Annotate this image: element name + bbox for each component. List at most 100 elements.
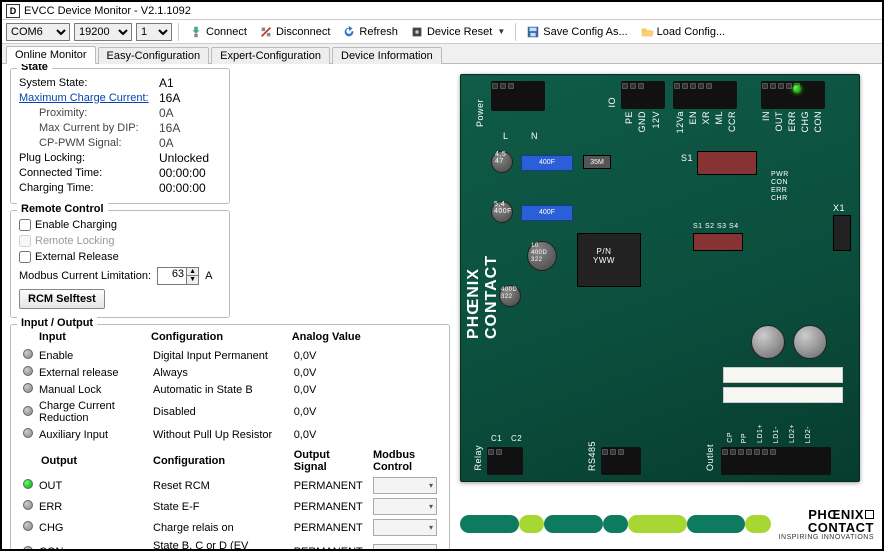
cap-400f: 400F: [521, 155, 573, 171]
pcb-label-ld2p: LD2+: [789, 424, 796, 443]
tab-online-monitor[interactable]: Online Monitor: [6, 46, 96, 64]
pcb-image: Power L N IO PE GND 12V 12Va EN XR ML CC…: [460, 74, 860, 482]
pcb-label-ml: ML: [714, 111, 724, 125]
pcb-label-xr: XR: [701, 111, 711, 125]
io-terminal-1: [621, 81, 665, 109]
io-header-signal: Output Signal: [290, 443, 369, 475]
cap-400f-2: 400F: [521, 205, 573, 221]
pcb-label-con: CON: [813, 111, 823, 133]
connect-button[interactable]: Connect: [185, 22, 251, 42]
max-charge-value: 16A: [159, 91, 180, 105]
cp-pwm-value: 0A: [159, 136, 174, 150]
io-input-row: External releaseAlways0,0V: [19, 364, 441, 381]
proximity-label: Proximity:: [39, 107, 159, 119]
load-config-button[interactable]: Load Config...: [636, 22, 730, 42]
io-header-input: Input: [37, 329, 149, 347]
io-output-row: CONState B, C or D (EV connected)PERMANE…: [19, 538, 441, 549]
state-legend: State: [17, 64, 52, 73]
open-icon: [640, 25, 654, 39]
pcb-label-chrl: CHR: [771, 195, 788, 202]
cp-pwm-label: CP-PWM Signal:: [39, 137, 159, 149]
pcb-label-relay: Relay: [473, 445, 483, 471]
led-icon: [23, 428, 33, 438]
modbus-control-select[interactable]: ▾: [373, 544, 437, 550]
app-icon: D: [6, 4, 20, 18]
rcm-selftest-button[interactable]: RCM Selftest: [19, 289, 105, 309]
plug-connect-icon: [189, 25, 203, 39]
io-terminal-2: [673, 81, 737, 109]
modbus-control-select[interactable]: ▾: [373, 498, 437, 515]
io-input-row: Auxiliary InputWithout Pull Up Resistor0…: [19, 426, 441, 443]
disconnect-button[interactable]: Disconnect: [255, 22, 334, 42]
dip-switch: [697, 151, 757, 175]
pcb-label-chg: CHG: [800, 111, 810, 133]
pcb-label-io: IO: [607, 97, 617, 108]
toolbar: COM6 19200 1 Connect Disconnect Refresh …: [2, 20, 882, 44]
refresh-button[interactable]: Refresh: [338, 22, 402, 42]
tab-expert-configuration[interactable]: Expert-Configuration: [211, 47, 330, 64]
pcb-label-c1: C1: [491, 434, 502, 443]
spinner-down-icon[interactable]: ▼: [186, 276, 198, 284]
external-release-checkbox[interactable]: [19, 251, 31, 263]
led-icon: [23, 406, 33, 416]
big-cap-1: [751, 325, 785, 359]
device-id-select[interactable]: 1: [136, 23, 172, 41]
plug-lock-label: Plug Locking:: [19, 152, 159, 164]
io-output-row: CHGCharge relais onPERMANENT▾: [19, 517, 441, 538]
refresh-icon: [342, 25, 356, 39]
remote-control-group: Remote Control Enable Charging Remote Lo…: [10, 210, 230, 318]
brand-stripe: [460, 515, 771, 533]
modbus-control-select[interactable]: ▾: [373, 477, 437, 494]
relay-block-1: [723, 367, 843, 383]
dip-labels: S1 S2 S3 S4: [693, 223, 739, 230]
footer: PHŒNIX CONTACT INSPIRING INNOVATIONS: [460, 505, 874, 543]
pcb-label-ld1m: LD1-: [773, 426, 780, 443]
remote-locking-check: Remote Locking: [19, 233, 221, 249]
io-terminal-3: [761, 81, 825, 109]
io-legend: Input / Output: [17, 317, 97, 329]
com-port-select[interactable]: COM6: [6, 23, 70, 41]
save-config-button[interactable]: Save Config As...: [522, 22, 631, 42]
chevron-down-icon: ▾: [429, 481, 433, 490]
baud-select[interactable]: 19200: [74, 23, 132, 41]
cap-54-400f: 5,4 400F: [494, 201, 512, 215]
io-output-row: ERRState E-FPERMANENT▾: [19, 496, 441, 517]
tab-device-information[interactable]: Device Information: [332, 47, 442, 64]
pcb-label-out: OUT: [774, 111, 784, 132]
io-group: Input / Output Input Configuration Analo…: [10, 324, 450, 549]
external-release-check[interactable]: External Release: [19, 249, 221, 265]
led-icon: [23, 366, 33, 376]
outlet-terminal: [721, 447, 831, 475]
pcb-label-err: ERR: [787, 111, 797, 132]
led-icon: [23, 521, 33, 531]
connected-value: 00:00:00: [159, 166, 206, 180]
enable-charging-checkbox[interactable]: [19, 219, 31, 231]
io-input-row: Charge Current ReductionDisabled0,0V: [19, 398, 441, 426]
power-terminal: [491, 81, 545, 111]
tab-easy-configuration[interactable]: Easy-Configuration: [98, 47, 210, 64]
led-icon: [23, 500, 33, 510]
pcb-label-ld2m: LD2-: [805, 426, 812, 443]
io-header-analog: Analog Value: [290, 329, 369, 347]
pcb-label-12v: 12V: [651, 111, 661, 129]
pcb-label-ccr: CCR: [727, 111, 737, 132]
spinner-up-icon[interactable]: ▲: [186, 268, 198, 276]
enable-charging-check[interactable]: Enable Charging: [19, 217, 221, 233]
pcb-label-pe: PE: [624, 111, 634, 124]
plug-lock-value: Unlocked: [159, 151, 209, 165]
chevron-down-icon: ▼: [497, 27, 505, 36]
x1-header: [833, 215, 851, 251]
led-icon: [23, 546, 33, 550]
chevron-down-icon: ▾: [429, 523, 433, 532]
device-reset-button[interactable]: Device Reset ▼: [406, 22, 509, 42]
modbus-limit-spinner[interactable]: 63 ▲ ▼: [157, 267, 199, 285]
remote-locking-checkbox: [19, 235, 31, 247]
pcb-brand-text: PHŒNIX CONTACT: [465, 255, 501, 339]
brand-logo: PHŒNIX CONTACT INSPIRING INNOVATIONS: [779, 508, 874, 541]
modbus-control-select[interactable]: ▾: [373, 519, 437, 536]
io-input-row: EnableDigital Input Permanent0,0V: [19, 347, 441, 364]
pcb-label-s1: S1: [681, 153, 693, 163]
pcb-label-12va: 12Va: [675, 111, 685, 133]
relay-terminal: [487, 447, 523, 475]
max-charge-link[interactable]: Maximum Charge Current:: [19, 92, 159, 104]
